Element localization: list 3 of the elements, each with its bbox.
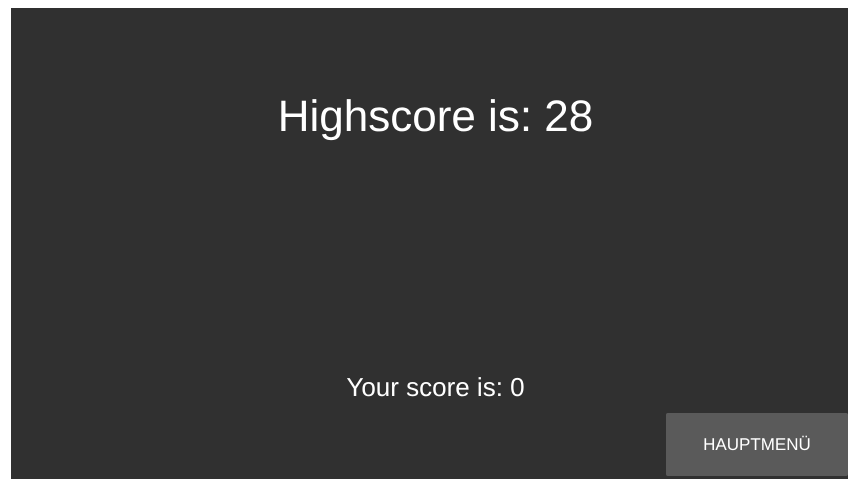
main-menu-button[interactable]: HAUPTMENÜ xyxy=(666,413,848,476)
score-text: Your score is: 0 xyxy=(346,371,525,403)
highscore-text: Highscore is: 28 xyxy=(278,91,594,143)
